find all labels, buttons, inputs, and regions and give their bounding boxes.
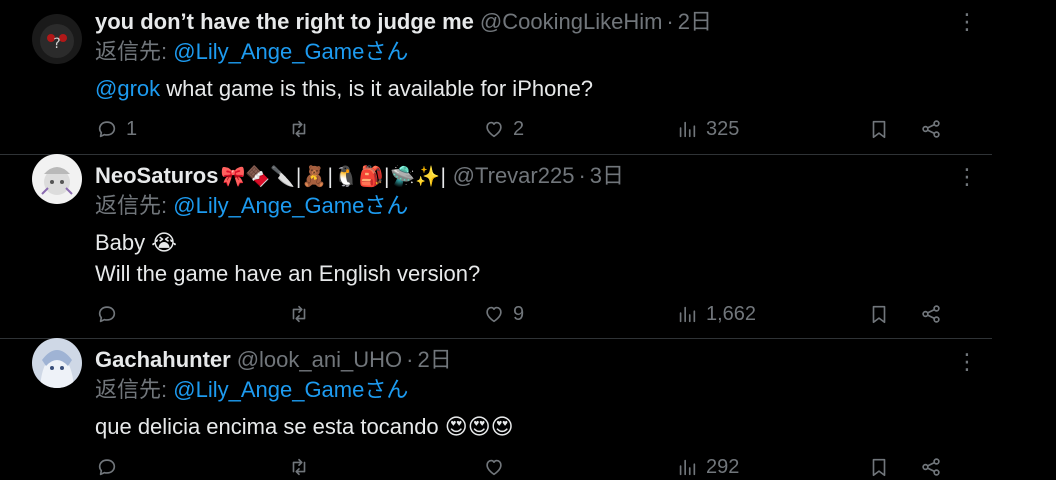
more-options-icon[interactable]: ⋮ [956, 350, 978, 374]
avatar[interactable] [32, 338, 82, 388]
bookmark-icon [872, 305, 886, 324]
divider [0, 338, 992, 339]
tweet-header: Gachahunter @look_ani_UHO · 2日 [95, 346, 452, 374]
display-name[interactable]: Gachahunter [95, 346, 231, 374]
tweet-text-line: Will the game have an English version? [95, 261, 481, 286]
tweet-text-line: what game is this, is it available for i… [166, 76, 594, 101]
share-icon [922, 120, 940, 138]
bookmark-button[interactable] [868, 453, 890, 480]
retweet-icon [292, 458, 306, 476]
reply-count: 1 [126, 117, 138, 140]
reply-prefix: 返信先: [95, 193, 168, 218]
views-icon [679, 121, 696, 138]
bookmark-icon [872, 120, 886, 139]
reply-button[interactable] [96, 300, 126, 328]
views-count: 325 [706, 117, 740, 140]
retweet-button[interactable] [288, 453, 310, 480]
tweet-text: que delicia encima se esta tocando 😍😍😍 [95, 411, 514, 442]
reply-to-mention[interactable]: @Lily_Ange_Gameさん [173, 39, 408, 64]
like-button[interactable]: 9 [483, 300, 524, 328]
like-count: 9 [513, 302, 525, 325]
reply-context: 返信先: @Lily_Ange_Gameさん [95, 192, 408, 220]
tweet-text-line: que delicia encima se esta tocando 😍😍😍 [95, 414, 514, 439]
bookmark-icon [872, 458, 886, 477]
views-icon [679, 459, 696, 476]
reply-context: 返信先: @Lily_Ange_Gameさん [95, 38, 408, 66]
tweet-text: @grok what game is this, is it available… [95, 73, 593, 104]
separator-dot: · [578, 163, 586, 188]
reply-to-mention[interactable]: @Lily_Ange_Gameさん [173, 377, 408, 402]
tweet-header: NeoSaturos 🎀🍫🔪|🧸|🐧🎒|🛸✨| @Trevar225 · 3日 [95, 162, 624, 190]
more-options-icon[interactable]: ⋮ [956, 10, 978, 34]
retweet-button[interactable] [288, 115, 310, 143]
display-name[interactable]: you don’t have the right to judge me [95, 8, 474, 36]
timestamp[interactable]: 3日 [590, 162, 624, 190]
reply-icon [98, 306, 116, 323]
share-button[interactable] [920, 300, 942, 328]
reply-icon [98, 121, 116, 138]
reply-button[interactable] [96, 453, 126, 480]
reply-button[interactable]: 1 [96, 115, 137, 143]
bookmark-button[interactable] [868, 300, 890, 328]
avatar[interactable]: ? [32, 14, 82, 64]
heart-icon [486, 121, 502, 138]
views-button[interactable]: 325 [676, 115, 739, 143]
display-name-emoji: 🎀🍫🔪|🧸|🐧🎒|🛸✨| [220, 164, 447, 188]
like-button[interactable] [483, 453, 513, 480]
more-options-icon[interactable]: ⋮ [956, 165, 978, 189]
views-icon [679, 306, 696, 323]
body-mention[interactable]: @grok [95, 76, 160, 101]
share-icon [922, 305, 940, 323]
reply-icon [98, 459, 116, 476]
tweet-text: Baby 😭 Will the game have an English ver… [95, 227, 480, 289]
separator-dot: · [406, 347, 414, 372]
reply-prefix: 返信先: [95, 377, 168, 402]
separator-dot: · [666, 9, 674, 34]
reply-to-mention[interactable]: @Lily_Ange_Gameさん [173, 193, 408, 218]
reply-context: 返信先: @Lily_Ange_Gameさん [95, 376, 408, 404]
views-button[interactable]: 292 [676, 453, 739, 480]
retweet-icon [292, 305, 306, 323]
retweet-icon [292, 120, 306, 138]
avatar[interactable] [32, 154, 82, 204]
bookmark-button[interactable] [868, 115, 890, 143]
reply-feed: ? you don’t have the right to judge me @… [0, 0, 1056, 480]
user-handle[interactable]: @CookingLikeHim [480, 8, 663, 36]
tweet-text-line: Baby 😭 [95, 230, 177, 255]
heart-icon [486, 306, 502, 323]
user-handle[interactable]: @Trevar225 [453, 162, 575, 190]
like-button[interactable]: 2 [483, 115, 524, 143]
svg-text:?: ? [53, 36, 60, 52]
share-icon [922, 458, 940, 476]
views-count: 292 [706, 455, 740, 478]
views-button[interactable]: 1,662 [676, 300, 756, 328]
tweet-header: you don’t have the right to judge me @Co… [95, 8, 712, 36]
views-count: 1,662 [706, 302, 757, 325]
share-button[interactable] [920, 115, 942, 143]
retweet-button[interactable] [288, 300, 310, 328]
like-count: 2 [513, 117, 525, 140]
display-name[interactable]: NeoSaturos [95, 162, 218, 190]
heart-icon [486, 459, 502, 476]
reply-prefix: 返信先: [95, 39, 168, 64]
timestamp[interactable]: 2日 [417, 346, 451, 374]
user-handle[interactable]: @look_ani_UHO [237, 346, 402, 374]
timestamp[interactable]: 2日 [678, 8, 712, 36]
divider [0, 154, 992, 155]
share-button[interactable] [920, 453, 942, 480]
